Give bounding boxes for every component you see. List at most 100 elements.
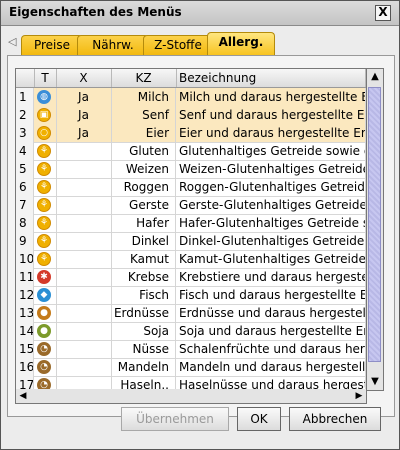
header-kz[interactable]: KZ: [111, 69, 177, 87]
row-number: 16: [16, 358, 34, 376]
row-type-cell: ⚘: [34, 178, 57, 196]
row-kz-cell: Mandeln: [111, 358, 176, 376]
crab-icon: ✱: [37, 270, 51, 284]
horizontal-scrollbar[interactable]: ◀ ▶: [15, 389, 367, 404]
tab-zusatzstoffe[interactable]: Z-Stoffe: [143, 35, 213, 56]
row-x-cell[interactable]: [56, 178, 112, 196]
row-x-cell[interactable]: Ja: [56, 106, 112, 124]
row-description-cell: Gerste-Glutenhaltiges Getreide o..: [176, 196, 366, 214]
row-number: 6: [16, 178, 34, 196]
row-kz-cell: Senf: [111, 106, 176, 124]
row-x-cell[interactable]: [56, 286, 112, 304]
tab-scroll-left-icon[interactable]: ◁: [8, 35, 18, 49]
row-kz-cell: Dinkel: [111, 232, 176, 250]
row-kz-cell: Gluten: [111, 142, 176, 160]
scroll-down-icon[interactable]: ▼: [367, 374, 383, 390]
row-number: 14: [16, 322, 34, 340]
row-type-cell: ◔: [34, 358, 57, 376]
row-x-cell[interactable]: [56, 304, 112, 322]
vertical-scrollbar[interactable]: ▲ ▼: [366, 68, 384, 391]
row-type-cell: ●: [34, 304, 57, 322]
tab-preise[interactable]: Preise: [21, 35, 83, 56]
row-description-cell: Roggen-Glutenhaltiges Getreide..: [176, 178, 366, 196]
row-x-cell[interactable]: Ja: [56, 88, 112, 106]
tab-allergene[interactable]: Allerg.: [207, 32, 275, 56]
row-type-cell: ●: [34, 322, 57, 340]
row-x-cell[interactable]: [56, 160, 112, 178]
row-x-cell[interactable]: [56, 232, 112, 250]
row-x-cell[interactable]: [56, 358, 112, 376]
ok-button[interactable]: OK: [237, 407, 281, 431]
row-x-cell[interactable]: Ja: [56, 124, 112, 142]
row-x-cell[interactable]: [56, 142, 112, 160]
row-number: 5: [16, 160, 34, 178]
table-row[interactable]: 4 ⚘ Gluten Glutenhaltiges Getreide sowie d.…: [16, 142, 366, 161]
row-kz-cell: Hafer: [111, 214, 176, 232]
row-kz-cell: Soja: [111, 322, 176, 340]
row-description-cell: Soja und daraus hergestellte Erz..: [176, 322, 366, 340]
table-header: T X KZ Bezeichnung: [16, 69, 366, 88]
table-row[interactable]: 12 ◆ Fisch Fisch und daraus hergestellte Er…: [16, 286, 366, 305]
table-row[interactable]: 11 ✱ Krebse Krebstiere und daraus hergestel…: [16, 268, 366, 287]
row-number: 2: [16, 106, 34, 124]
row-x-cell[interactable]: [56, 268, 112, 286]
table-row[interactable]: 8 ⚘ Hafer Hafer-Glutenhaltiges Getreide s..: [16, 214, 366, 233]
row-description-cell: Erdnüsse und daraus hergestellt..: [176, 304, 366, 322]
row-kz-cell: Gerste: [111, 196, 176, 214]
row-description-cell: Weizen-Glutenhaltiges Getreide o..: [176, 160, 366, 178]
scroll-right-icon[interactable]: ▶: [352, 389, 366, 403]
scroll-left-icon[interactable]: ◀: [16, 389, 30, 403]
row-x-cell[interactable]: [56, 250, 112, 268]
header-x[interactable]: X: [56, 69, 112, 87]
row-kz-cell: Roggen: [111, 178, 176, 196]
close-button[interactable]: X: [375, 5, 391, 21]
table-row[interactable]: 15 ◔ Nüsse Schalenfrüchte und daraus herg..: [16, 340, 366, 359]
table-row[interactable]: 9 ⚘ Dinkel Dinkel-Glutenhaltiges Getreide o…: [16, 232, 366, 251]
row-number: 8: [16, 214, 34, 232]
row-type-cell: ◆: [34, 286, 57, 304]
scrollbar-thumb[interactable]: [368, 87, 381, 362]
row-x-cell[interactable]: [56, 214, 112, 232]
mustard-icon: ▣: [37, 108, 51, 122]
row-x-cell[interactable]: [56, 196, 112, 214]
oat-icon: ⚘: [37, 216, 51, 230]
table-row[interactable]: 1◍ JaMilchMilch und daraus hergestellte E…: [16, 88, 366, 107]
row-x-cell[interactable]: [56, 322, 112, 340]
row-x-cell[interactable]: [56, 340, 112, 358]
cancel-button[interactable]: Abbrechen: [289, 407, 381, 431]
row-type-cell: ✱: [34, 268, 57, 286]
row-description-cell: Senf und daraus hergestellte Erz..: [176, 106, 366, 124]
kamut-icon: ⚘: [37, 252, 51, 266]
row-number: 1: [16, 88, 34, 106]
table-row[interactable]: 7 ⚘ Gerste Gerste-Glutenhaltiges Getreide o…: [16, 196, 366, 215]
row-type-cell: ◔: [34, 340, 57, 358]
tab-naehrwerte[interactable]: Nährw.: [77, 35, 149, 56]
row-kz-cell: Erdnüsse: [111, 304, 176, 322]
table-row[interactable]: 2 ▣ Ja Senf Senf und daraus hergestellte Erz…: [16, 106, 366, 125]
row-kz-cell: Fisch: [111, 286, 176, 304]
row-number: 15: [16, 340, 34, 358]
header-bezeichnung[interactable]: Bezeichnung: [176, 69, 366, 87]
table-row[interactable]: 5⚘ WeizenWeizen-Glutenhaltiges Getreide o…: [16, 160, 366, 179]
row-type-cell: ⚘: [34, 250, 57, 268]
row-description-cell: Schalenfrüchte und daraus herg..: [176, 340, 366, 358]
row-description-cell: Milch und daraus hergestellte Erz..: [176, 88, 366, 106]
row-type-cell: ⚘: [34, 142, 57, 160]
header-type[interactable]: T: [34, 69, 57, 87]
row-type-cell: ○: [34, 124, 57, 142]
table-row[interactable]: 3 ○ Ja Eier Eier und daraus hergestellte Erz…: [16, 124, 366, 143]
table-row[interactable]: 6 ⚘ Roggen Roggen-Glutenhaltiges Getreide..: [16, 178, 366, 197]
nut-icon: ◔: [37, 342, 51, 356]
row-type-cell: ⚘: [34, 160, 57, 178]
barley-icon: ⚘: [37, 198, 51, 212]
dialog-window: Eigenschaften des Menüs X ◁ Preise Nährw…: [0, 0, 400, 450]
table-row[interactable]: 10 ⚘ Kamut Kamut-Glutenhaltiges Getreide o.…: [16, 250, 366, 269]
table-row[interactable]: 13 ● Erdnüsse Erdnüsse und daraus hergestel…: [16, 304, 366, 323]
table-row[interactable]: 16 ◔ Mandeln Mandeln und daraus hergestellt…: [16, 358, 366, 377]
spelt-icon: ⚘: [37, 234, 51, 248]
apply-button[interactable]: Übernehmen: [121, 407, 229, 431]
row-description-cell: Fisch und daraus hergestellte Erz..: [176, 286, 366, 304]
row-description-cell: Eier und daraus hergestellte Erz..: [176, 124, 366, 142]
table-row[interactable]: 14 ● Soja Soja und daraus hergestellte Erz.…: [16, 322, 366, 341]
scroll-up-icon[interactable]: ▲: [367, 69, 383, 85]
